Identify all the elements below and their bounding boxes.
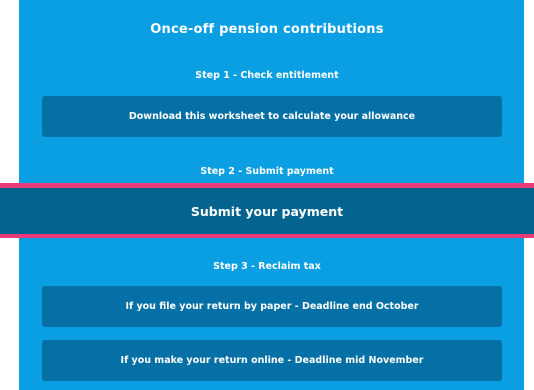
online-return-button[interactable]: If you make your return online - Deadlin… xyxy=(42,340,502,381)
step-1-heading: Step 1 - Check entitlement xyxy=(195,70,339,81)
page-title: Once-off pension contributions xyxy=(150,22,384,37)
step-3-heading: Step 3 - Reclaim tax xyxy=(213,261,321,272)
step-2-heading: Step 2 - Submit payment xyxy=(200,166,334,177)
download-worksheet-button[interactable]: Download this worksheet to calculate you… xyxy=(42,96,502,137)
paper-return-button[interactable]: If you file your return by paper - Deadl… xyxy=(42,286,502,327)
submit-payment-button[interactable]: Submit your payment xyxy=(0,188,534,234)
